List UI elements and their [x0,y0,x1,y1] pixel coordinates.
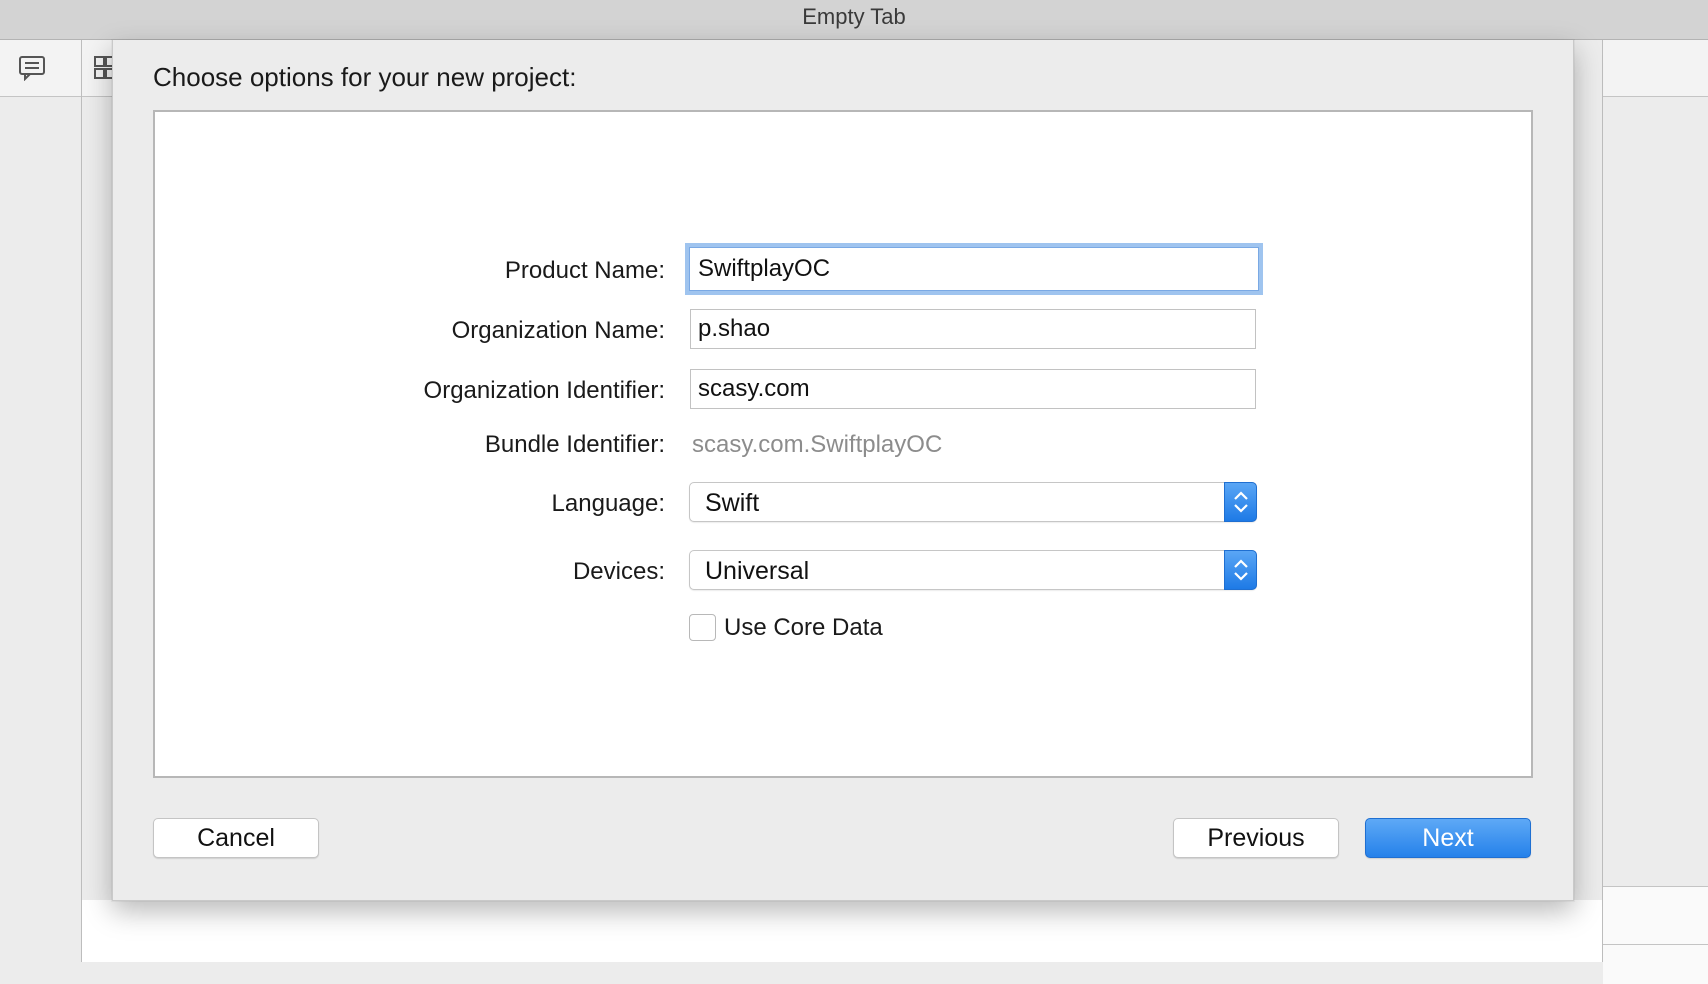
popup-stepper-icon [1224,482,1257,522]
language-value: Swift [705,489,760,517]
left-sidebar [0,40,82,962]
use-core-data-row: Use Core Data [155,610,1531,654]
bundle-identifier-label: Bundle Identifier: [484,431,665,458]
organization-name-row: Organization Name: [155,309,1531,353]
left-sidebar-toolbar [0,40,81,97]
next-button[interactable]: Next [1365,818,1531,858]
organization-identifier-label: Organization Identifier: [423,377,665,404]
previous-button[interactable]: Previous [1173,818,1339,858]
comment-icon[interactable] [18,55,46,81]
sheet-title: Choose options for your new project: [153,62,577,92]
language-label: Language: [551,490,665,517]
use-core-data-checkbox[interactable] [689,614,716,641]
popup-stepper-icon [1224,550,1257,590]
bundle-identifier-row: Bundle Identifier: scasy.com.SwiftplayOC [155,423,1531,467]
editor-canvas [82,900,1602,962]
editor-toolbar [82,40,116,97]
devices-row: Devices: Universal [155,550,1531,594]
product-name-label: Product Name: [504,257,665,284]
divider [1603,944,1708,945]
organization-name-input[interactable] [690,309,1256,349]
window-titlebar: Empty Tab [0,0,1708,40]
options-panel: Product Name: Organization Name: Organiz… [153,110,1533,778]
cancel-button[interactable]: Cancel [153,818,319,858]
new-project-sheet: Choose options for your new project: Pro… [112,40,1574,901]
product-name-row: Product Name: [155,243,1531,295]
right-sidebar-library [1603,887,1708,984]
organization-identifier-row: Organization Identifier: [155,369,1531,413]
product-name-input[interactable] [685,243,1263,295]
devices-popup[interactable]: Universal [689,550,1257,590]
devices-label: Devices: [572,558,665,585]
language-popup[interactable]: Swift [689,482,1257,522]
organization-name-label: Organization Name: [451,317,665,344]
language-row: Language: Swift [155,482,1531,526]
devices-value: Universal [705,557,810,585]
window-title: Empty Tab [802,4,906,29]
organization-identifier-input[interactable] [690,369,1256,409]
bundle-identifier-value: scasy.com.SwiftplayOC [692,431,943,458]
right-sidebar-toolbar [1603,40,1708,97]
use-core-data-label[interactable]: Use Core Data [724,614,883,642]
right-sidebar [1602,40,1708,984]
